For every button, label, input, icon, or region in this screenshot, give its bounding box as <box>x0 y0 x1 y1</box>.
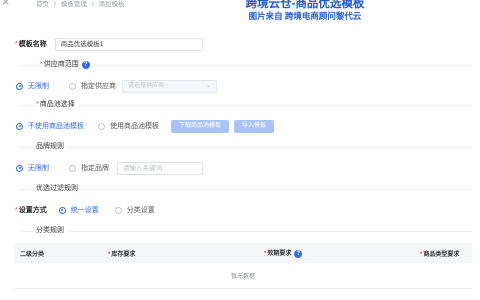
breadcrumb-add-template: 添加模板 <box>98 1 125 8</box>
brand-rule-title: 品牌规则 <box>36 141 68 151</box>
supplier-scope-title: *供应商范围? <box>40 59 94 69</box>
radio-dot <box>16 82 23 90</box>
table-empty-state: 暂无数据 <box>14 263 472 289</box>
category-setting-radio[interactable]: 分类设置 <box>114 205 155 215</box>
supplier-scope-row: 无限制 指定供应商 请选择供应商 ⌄ <box>0 79 480 93</box>
section-divider <box>20 231 472 232</box>
setting-mode-label: 设置方式 <box>18 207 47 214</box>
supplier-unlimited-radio[interactable]: 无限制 <box>16 81 49 91</box>
close-icon[interactable]: × <box>2 0 10 8</box>
product-pool-section: *商品池选择 <box>0 98 480 110</box>
section-divider <box>20 189 472 190</box>
radio-dot <box>114 206 122 214</box>
filter-rule-section: 优选过滤规则 <box>0 182 480 194</box>
template-name-label: 模板名称 <box>18 41 47 48</box>
breadcrumb-template-management[interactable]: 模板管理 <box>61 1 87 8</box>
brand-rule-row: 无限制 指定品牌 请输入关键词 <box>0 161 480 175</box>
brand-specified-radio[interactable]: 指定品牌 <box>69 163 109 173</box>
breadcrumb: 首页 / 模板管理 / 添加模板 <box>36 1 125 8</box>
product-pool-row: 不使用商品池模板 使用商品池模板 下载商品池模板 导入模板 <box>0 119 480 133</box>
question-circle-icon[interactable]: ? <box>81 61 90 69</box>
supplier-specified-radio[interactable]: 指定供应商 <box>69 81 116 91</box>
filter-rule-title: 优选过滤规则 <box>36 183 82 193</box>
template-name-row: * 模板名称 商品优选模板1 <box>0 37 480 51</box>
radio-dot <box>69 82 76 90</box>
setting-mode-row: * 设置方式 统一设置 分类设置 <box>0 203 480 217</box>
column-product-type-requirement: *商品类型要求 <box>420 251 460 258</box>
radio-dot <box>16 164 23 172</box>
radio-dot <box>16 122 23 130</box>
brand-rule-section: 品牌规则 <box>0 140 480 152</box>
brand-keyword-input[interactable]: 请输入关键词 <box>117 161 203 175</box>
supplier-select[interactable]: 请选择供应商 ⌄ <box>122 79 217 93</box>
radio-dot <box>69 164 76 172</box>
banner-subtitle: 图片来自 跨境电商顾问黎代云 <box>248 11 362 21</box>
question-circle-icon[interactable]: ? <box>294 250 303 258</box>
chevron-down-icon: ⌄ <box>205 82 211 89</box>
section-divider <box>20 147 472 148</box>
import-template-button[interactable]: 导入模板 <box>234 119 275 133</box>
unified-setting-radio[interactable]: 统一设置 <box>58 205 99 215</box>
column-expiry-requirement: *效期要求? <box>264 248 420 258</box>
required-mark: * <box>15 206 18 214</box>
breadcrumb-home[interactable]: 首页 <box>36 1 49 8</box>
watermark-banner: 跨境云仓-商品优选模板 图片来自 跨境电商顾问黎代云 <box>200 0 410 22</box>
required-mark: * <box>15 40 18 48</box>
table-header: 二级分类 *库存要求 *效期要求? *商品类型要求 <box>14 243 472 263</box>
download-pool-template-button[interactable]: 下载商品池模板 <box>171 119 230 133</box>
empty-text: 暂无数据 <box>230 274 255 280</box>
banner-title: 跨境云仓-商品优选模板 <box>245 0 365 10</box>
radio-dot <box>58 206 66 214</box>
product-pool-title: *商品池选择 <box>36 99 79 109</box>
supplier-scope-section: *供应商范围? <box>0 58 480 70</box>
radio-dot <box>98 122 105 130</box>
use-pool-template-radio[interactable]: 使用商品池模板 <box>98 121 159 131</box>
category-rule-table: 二级分类 *库存要求 *效期要求? *商品类型要求 暂无数据 <box>14 243 472 289</box>
brand-unlimited-radio[interactable]: 无限制 <box>16 163 49 173</box>
section-divider <box>20 105 472 106</box>
column-stock-requirement: *库存要求 <box>108 251 136 258</box>
no-pool-template-radio[interactable]: 不使用商品池模板 <box>16 121 84 131</box>
template-name-input[interactable]: 商品优选模板1 <box>54 37 203 51</box>
category-rule-section: 分类规则 <box>0 224 480 236</box>
column-secondary-category: 二级分类 <box>20 251 45 258</box>
category-rule-title: 分类规则 <box>36 225 68 235</box>
